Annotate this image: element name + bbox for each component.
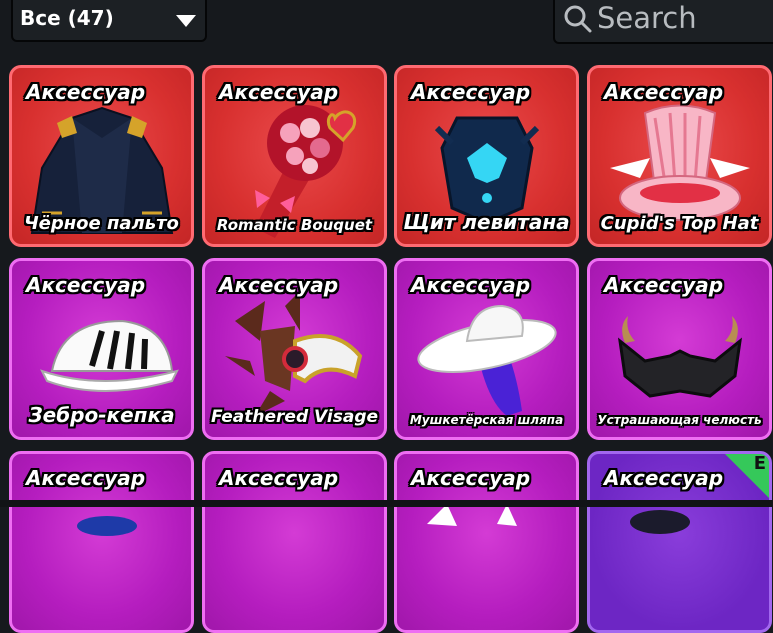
- item-card[interactable]: Аксессуар Зебро-кепка: [9, 258, 194, 440]
- item-name: Чёрное пальто: [24, 213, 179, 234]
- item-name: Romantic Bouquet: [216, 216, 373, 234]
- item-preview-icon: [77, 516, 137, 536]
- item-name: Feathered Visage: [210, 407, 379, 427]
- item-name: Зебро-кепка: [28, 403, 175, 427]
- equipped-badge: E: [722, 453, 769, 501]
- item-card[interactable]: Аксессуар Мушкетёрская шляпа: [394, 258, 579, 440]
- item-type-label: Аксессуар: [411, 466, 531, 490]
- item-card[interactable]: Аксессуар Устрашающая челюсть: [587, 258, 772, 440]
- jaw-icon: [617, 316, 743, 398]
- item-type-label: Аксессуар: [26, 80, 146, 104]
- item-type-label: Аксессуар: [411, 273, 531, 297]
- item-card[interactable]: Аксессуар Feathered Visage: [202, 258, 387, 440]
- item-card[interactable]: Аксессуар Cupid's Top Hat: [587, 65, 772, 247]
- item-card[interactable]: Аксессуар: [394, 451, 579, 633]
- item-name: Щит левитана: [403, 210, 570, 234]
- item-name: Мушкетёрская шляпа: [409, 413, 564, 427]
- item-type-label: Аксессуар: [604, 80, 724, 104]
- item-card[interactable]: Аксессуар E: [587, 451, 772, 633]
- search-box[interactable]: [553, 0, 773, 44]
- item-card[interactable]: Аксессуар Romantic Bouquet: [202, 65, 387, 247]
- search-input[interactable]: [595, 0, 773, 37]
- bottom-edge: [0, 500, 773, 507]
- badge-label: E: [753, 453, 766, 474]
- item-type-label: Аксессуар: [411, 80, 531, 104]
- item-type-label: Аксессуар: [604, 466, 724, 490]
- item-type-label: Аксессуар: [219, 80, 339, 104]
- item-card[interactable]: Аксессуар Чёрное пальто: [9, 65, 194, 247]
- search-icon: [564, 5, 592, 33]
- item-card[interactable]: Аксессуар Щит левитана: [394, 65, 579, 247]
- item-name: Cupid's Top Hat: [600, 213, 759, 234]
- category-filter-dropdown[interactable]: Все (47): [11, 0, 207, 42]
- item-name: Устрашающая челюсть: [597, 413, 762, 427]
- musketeer-hat-icon: [417, 304, 557, 416]
- item-type-label: Аксессуар: [26, 466, 146, 490]
- item-card[interactable]: Аксессуар: [202, 451, 387, 633]
- item-type-label: Аксессуар: [219, 273, 339, 297]
- item-card[interactable]: Аксессуар: [9, 451, 194, 633]
- filter-label: Все (47): [20, 6, 114, 30]
- item-preview-icon: [427, 504, 517, 526]
- chevron-down-icon: [176, 15, 196, 27]
- item-type-label: Аксессуар: [604, 273, 724, 297]
- item-type-label: Аксессуар: [219, 466, 339, 490]
- item-type-label: Аксессуар: [26, 273, 146, 297]
